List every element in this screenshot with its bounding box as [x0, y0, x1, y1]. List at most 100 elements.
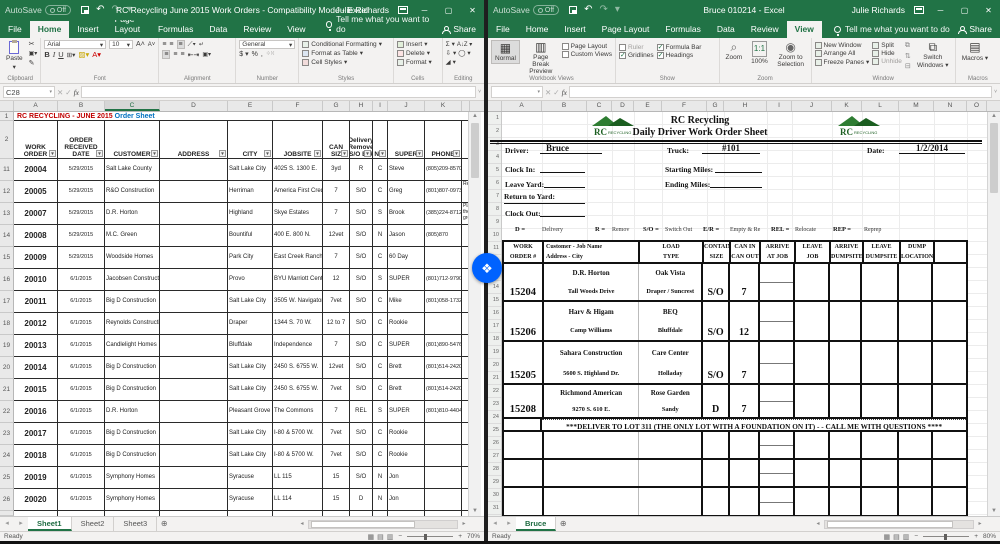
truck-value[interactable]: #101	[702, 143, 760, 154]
indent-icons[interactable]: ⇤⇥	[188, 51, 200, 59]
cancel-icon[interactable]: ✕	[57, 88, 63, 97]
row-header-15[interactable]: 15	[0, 247, 14, 269]
zoom-in-icon[interactable]: +	[458, 533, 462, 540]
font-name-combo[interactable]: Arial▾	[44, 40, 106, 49]
column-header-I[interactable]: I	[373, 101, 388, 111]
right-select-all-corner[interactable]	[488, 101, 502, 111]
wo-leave-dumpsite[interactable]	[899, 264, 933, 300]
row-header-14[interactable]: 14	[0, 225, 14, 247]
orientation-icon[interactable]: ⟋▾	[188, 41, 196, 49]
right-hscroll-right-icon[interactable]: ▸	[974, 517, 986, 531]
find-select-icon[interactable]: ◯ ▾	[458, 49, 470, 57]
row-header-23[interactable]: 23	[0, 423, 14, 445]
column-header-L[interactable]	[462, 101, 470, 111]
right-restore-button[interactable]: ▢	[957, 6, 972, 15]
underline-button[interactable]: U	[58, 50, 63, 59]
right-column-header-O[interactable]: O	[967, 101, 987, 111]
right-formula-input[interactable]	[569, 86, 992, 98]
font-color-icon[interactable]: A▾	[92, 50, 101, 59]
ribbon-tab-view[interactable]: View	[279, 21, 313, 38]
new-window-button[interactable]: New Window	[815, 42, 870, 49]
conditional-formatting-button[interactable]: Conditional Formatting▾	[302, 40, 382, 48]
driver-value[interactable]: Bruce	[540, 143, 602, 154]
wo-arrive-at-job[interactable]	[795, 342, 830, 383]
left-vertical-scrollbar[interactable]: ▲ ▼	[468, 112, 481, 516]
wo-leave-job[interactable]	[830, 302, 863, 340]
merge-center-icon[interactable]: ▣▾	[202, 51, 211, 58]
ribbon-tab-view[interactable]: View	[787, 21, 822, 38]
column-filter-header[interactable]: ADDRESS▾	[160, 121, 228, 159]
ribbon-tab-home[interactable]: Home	[30, 21, 70, 38]
right-column-header-I[interactable]: I	[767, 101, 792, 111]
wo-leave-dumpsite[interactable]	[899, 385, 933, 417]
scroll-down-icon[interactable]: ▼	[469, 507, 481, 516]
right-vscroll-thumb[interactable]	[990, 123, 998, 193]
column-header-E[interactable]: E	[228, 101, 273, 111]
page-layout-view-icon[interactable]: ▤	[377, 533, 384, 541]
sort-filter-icon[interactable]: A↓Z ▾	[457, 41, 472, 48]
ribbon-tab-file[interactable]: File	[488, 21, 518, 38]
synchronous-scrolling-icon[interactable]: ⇅	[905, 52, 911, 60]
enter-icon[interactable]: ✓	[65, 88, 71, 97]
filter-dropdown-icon[interactable]: ▾	[151, 150, 158, 157]
clear-button[interactable]: ◢▾	[446, 58, 473, 66]
ribbon-tab-review[interactable]: Review	[743, 21, 787, 38]
left-zoom-slider[interactable]	[407, 536, 453, 537]
fill-button[interactable]: ⇩▾◯ ▾	[446, 49, 473, 57]
filter-dropdown-icon[interactable]: ▾	[341, 150, 348, 157]
unhide-button[interactable]: Unhide	[872, 58, 902, 65]
delete-cells-button[interactable]: Delete▾	[397, 49, 432, 57]
sheet-tab-sheet3[interactable]: Sheet3	[114, 517, 157, 531]
minimize-button[interactable]: ─	[417, 6, 432, 15]
sheet-nav-right-icon[interactable]: ▸	[14, 517, 28, 531]
right-scroll-down-icon[interactable]: ▼	[988, 507, 1000, 516]
sheet-tab-sheet2[interactable]: Sheet2	[72, 517, 115, 531]
table-row[interactable]: 24200186/1/2015Big D ConstructionSalt La…	[0, 445, 470, 467]
column-filter-header[interactable]: ORDER RECEIVED DATE▾	[58, 121, 105, 159]
right-zoom-out-icon[interactable]: −	[914, 533, 918, 540]
row-header-13[interactable]: 13	[0, 203, 14, 225]
column-header-D[interactable]: D	[160, 101, 228, 111]
wo-dump-location[interactable]	[933, 302, 966, 340]
clock-out-field[interactable]	[540, 206, 585, 217]
hscroll-right-icon[interactable]: ▸	[458, 517, 470, 531]
row-header-22[interactable]: 22	[0, 401, 14, 423]
wo-can-in-out[interactable]	[760, 342, 795, 383]
filter-dropdown-icon[interactable]: ▾	[314, 150, 321, 157]
split-button[interactable]: Split	[872, 42, 902, 49]
wo-arrive-at-job[interactable]	[795, 302, 830, 340]
right-normal-view-icon[interactable]: ▦	[884, 533, 891, 541]
wo-leave-dumpsite[interactable]	[899, 302, 933, 340]
sheet-tab-bruce[interactable]: Bruce	[516, 517, 556, 531]
left-column-headers[interactable]: ABCDEFGHIJK	[0, 101, 484, 112]
column-header-J[interactable]: J	[388, 101, 425, 111]
save-icon[interactable]	[81, 6, 89, 14]
right-formula-expand-icon[interactable]: ˅	[994, 89, 997, 95]
row-header-17[interactable]: 17	[0, 291, 14, 313]
zoom-to-selection-button[interactable]: ◉ Zoom to Selection	[774, 40, 808, 69]
autosave-toggle[interactable]: AutoSave Off	[5, 5, 71, 15]
row-header-18[interactable]: 18	[0, 313, 14, 335]
ribbon-tab-data[interactable]: Data	[709, 21, 743, 38]
leave-yard-field[interactable]	[544, 177, 585, 188]
row-header-2[interactable]: 2	[0, 121, 14, 159]
format-cells-button[interactable]: Format▾	[397, 58, 432, 66]
ribbon-tab-insert[interactable]: Insert	[69, 21, 106, 38]
row-header-26[interactable]: 26	[0, 489, 14, 511]
wo-leave-job[interactable]	[830, 264, 863, 300]
filter-dropdown-icon[interactable]: ▾	[453, 150, 460, 157]
left-user-name[interactable]: Julie Richards	[336, 5, 389, 15]
right-quick-access-more-icon[interactable]: ▾	[615, 5, 620, 15]
column-filter-header[interactable]: WORK ORDER▾	[14, 121, 58, 159]
empty-entry-row[interactable]	[504, 488, 966, 515]
right-name-box[interactable]: ▾	[491, 86, 543, 98]
ribbon-tab-home[interactable]: Home	[518, 21, 557, 38]
empty-entry-row[interactable]	[504, 460, 966, 488]
undo-icon[interactable]: ↶	[96, 5, 104, 15]
column-header-F[interactable]: F	[273, 101, 323, 111]
right-hscroll-left-icon[interactable]: ◂	[812, 517, 824, 531]
wo-arrive-dumpsite[interactable]	[862, 342, 899, 383]
right-enter-icon[interactable]: ✓	[553, 88, 559, 97]
right-autosave-toggle[interactable]: AutoSave Off	[493, 5, 559, 15]
table-row[interactable]: 12200055/29/2015R&O ConstructionHerriman…	[0, 181, 470, 203]
